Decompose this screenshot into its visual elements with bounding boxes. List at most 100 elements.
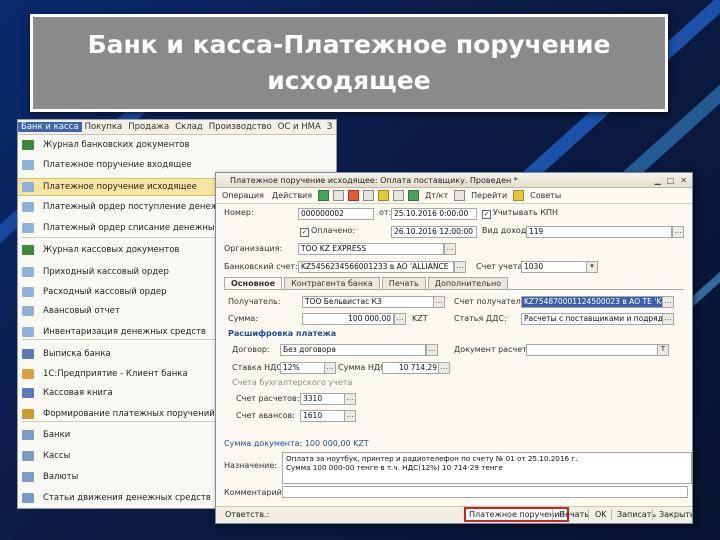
account-select-button[interactable]: ▾ — [586, 261, 598, 273]
recipient-account-select-button[interactable]: … — [662, 296, 674, 308]
sum-field[interactable]: 100 000,00 — [302, 313, 394, 325]
document-statusbar: Ответств.: Платежное поручение Печать OK… — [216, 506, 692, 523]
calculator-icon[interactable]: … — [394, 313, 406, 325]
document-toolbar: Операция Действия Дт/кт Перейти Советы — [216, 188, 692, 204]
date-field[interactable]: 25.10.2016 0:00:00 — [391, 208, 477, 220]
organization-field[interactable]: TOO KZ EXPRESS — [298, 243, 444, 255]
purpose-textarea[interactable]: Оплата за ноутбук, принтер и радиотелефо… — [282, 452, 692, 484]
refresh-icon[interactable] — [363, 190, 375, 201]
contract-select-button[interactable]: … — [426, 344, 438, 356]
client-bank-icon — [22, 369, 34, 379]
copy-icon[interactable] — [333, 190, 345, 201]
print-icon[interactable] — [454, 190, 466, 201]
slide-title: Банк и касса-Платежное поручение исходящ… — [87, 30, 611, 95]
tab-additional[interactable]: Дополнительно — [427, 277, 509, 289]
catalog-icon — [22, 493, 34, 503]
comment-field[interactable] — [282, 486, 688, 498]
dt-kt-button[interactable]: Дт/кт — [423, 191, 450, 200]
document-icon — [22, 223, 34, 233]
print-button[interactable]: Печать — [556, 509, 592, 520]
document-icon — [22, 267, 34, 277]
statusbar-divider — [611, 509, 612, 520]
settlement-account-select-button[interactable]: … — [344, 393, 356, 405]
organization-select-button[interactable]: … — [444, 243, 456, 255]
vat-sum-label: Сумма НДС: — [338, 363, 389, 372]
recipient-account-label: Счет получателя: — [454, 297, 529, 306]
menu-item-label: Статьи движения денежных средств — [43, 493, 211, 503]
vat-calculator-icon[interactable]: … — [438, 362, 450, 374]
advance-account-select-button[interactable]: … — [344, 410, 356, 422]
vat-sum-field[interactable]: 10 714,29 — [382, 362, 440, 374]
maximize-icon[interactable]: □ — [667, 176, 675, 185]
tips-button[interactable]: Советы — [528, 191, 563, 200]
delete-icon[interactable] — [348, 190, 360, 201]
document-sum-summary: Сумма документа: 100 000,00 KZT — [224, 439, 369, 448]
operation-button[interactable]: Операция — [220, 191, 266, 200]
responsible-label: Ответств.: — [225, 510, 270, 519]
contract-field[interactable]: Без договора — [280, 344, 426, 356]
paid-date-field[interactable]: 26.10.2016 12:00:00 — [391, 226, 477, 238]
window-controls: ▁ □ ✕ — [655, 176, 687, 185]
minimize-icon[interactable]: ▁ — [655, 176, 661, 185]
structure-icon[interactable] — [408, 190, 420, 201]
document-icon — [22, 182, 34, 192]
tab-divider — [224, 289, 684, 290]
bank-statement-icon — [22, 349, 34, 359]
post-icon[interactable] — [318, 190, 330, 201]
close-icon[interactable]: ✕ — [680, 176, 687, 185]
tab-counterparty-bank[interactable]: Контрагента банка — [284, 277, 380, 289]
close-button[interactable]: Закрыть — [656, 509, 692, 520]
menu-item[interactable]: Платежное поручение входящее — [18, 157, 336, 173]
income-type-field[interactable]: 119 — [526, 226, 672, 238]
table-icon[interactable] — [393, 190, 405, 201]
gear-icon — [22, 409, 34, 419]
ok-button[interactable]: OK — [592, 509, 610, 520]
kpn-checkbox[interactable]: ✓ — [482, 210, 491, 219]
menu-item-label: Платежное поручение входящее — [43, 160, 192, 170]
recipient-select-button[interactable]: … — [433, 296, 445, 308]
actions-button[interactable]: Действия — [270, 191, 314, 200]
menubar-item-production[interactable]: Производство — [206, 122, 275, 132]
menu-item-label: Авансовый отчет — [43, 306, 120, 316]
contract-label: Договор: — [232, 345, 270, 354]
paid-label: Оплачено: — [311, 226, 356, 235]
vat-rate-label: Ставка НДС: — [232, 363, 285, 372]
menubar-item-fixed-assets[interactable]: ОС и НМА — [275, 122, 324, 132]
menubar-item-more[interactable]: З — [324, 122, 335, 132]
advance-account-field[interactable]: 1610 — [300, 410, 346, 422]
menu-item-label: Валюты — [43, 472, 79, 482]
payment-order-print-button[interactable]: Платежное поручение — [464, 507, 570, 522]
vat-rate-field[interactable]: 12% — [280, 362, 326, 374]
vat-rate-select-button[interactable]: … — [324, 362, 336, 374]
find-icon[interactable] — [378, 190, 390, 201]
dds-field[interactable]: Расчеты с поставщиками и подрядчика — [521, 313, 663, 325]
tab-main[interactable]: Основное — [224, 277, 283, 289]
settlement-doc-field[interactable] — [526, 344, 658, 356]
dds-select-button[interactable]: … — [662, 313, 674, 325]
bank-account-select-button[interactable]: … — [454, 261, 466, 273]
kpn-label: Учитывать КПН — [493, 208, 559, 217]
menubar-item-warehouse[interactable]: Склад — [172, 122, 206, 132]
go-to-button[interactable]: Перейти — [469, 191, 509, 200]
menubar-item-purchase[interactable]: Покупка — [82, 122, 126, 132]
recipient-account-field[interactable]: KZ754870001124500023 в АО ТЕ 'Kcbk — [521, 296, 663, 308]
date-from-label: от: — [379, 208, 392, 217]
menu-item-label: Кассы — [43, 451, 71, 461]
purpose-line: Сумма 100 000-00 тенге в т.ч. НДС(12%) 1… — [286, 463, 503, 472]
menu-item[interactable]: Журнал банковских документов — [18, 137, 336, 153]
menubar-item-sales[interactable]: Продажа — [125, 122, 172, 132]
number-field[interactable]: 000000002 — [298, 208, 374, 220]
tab-print[interactable]: Печать — [381, 277, 426, 289]
menu-item-label: Выписка банка — [43, 349, 111, 359]
account-field[interactable]: 1030 — [521, 261, 587, 273]
menubar-item-bank-cash[interactable]: Банк и касса — [18, 122, 82, 132]
recipient-field[interactable]: ТОО Бельвистас КЗ — [302, 296, 434, 308]
settlement-account-field[interactable]: 3310 — [300, 393, 346, 405]
statusbar-divider — [652, 509, 653, 520]
paid-checkbox[interactable]: ✓ — [300, 228, 309, 237]
income-type-select-button[interactable]: … — [672, 226, 684, 238]
window-titlebar: Платежное поручение исходящее: Оплата по… — [216, 173, 692, 188]
help-icon[interactable] — [513, 190, 525, 201]
bank-account-field[interactable]: KZ5456234566001233 в АО 'ALLIANCE — [298, 261, 454, 273]
settlement-doc-select-button[interactable]: T — [657, 344, 669, 356]
